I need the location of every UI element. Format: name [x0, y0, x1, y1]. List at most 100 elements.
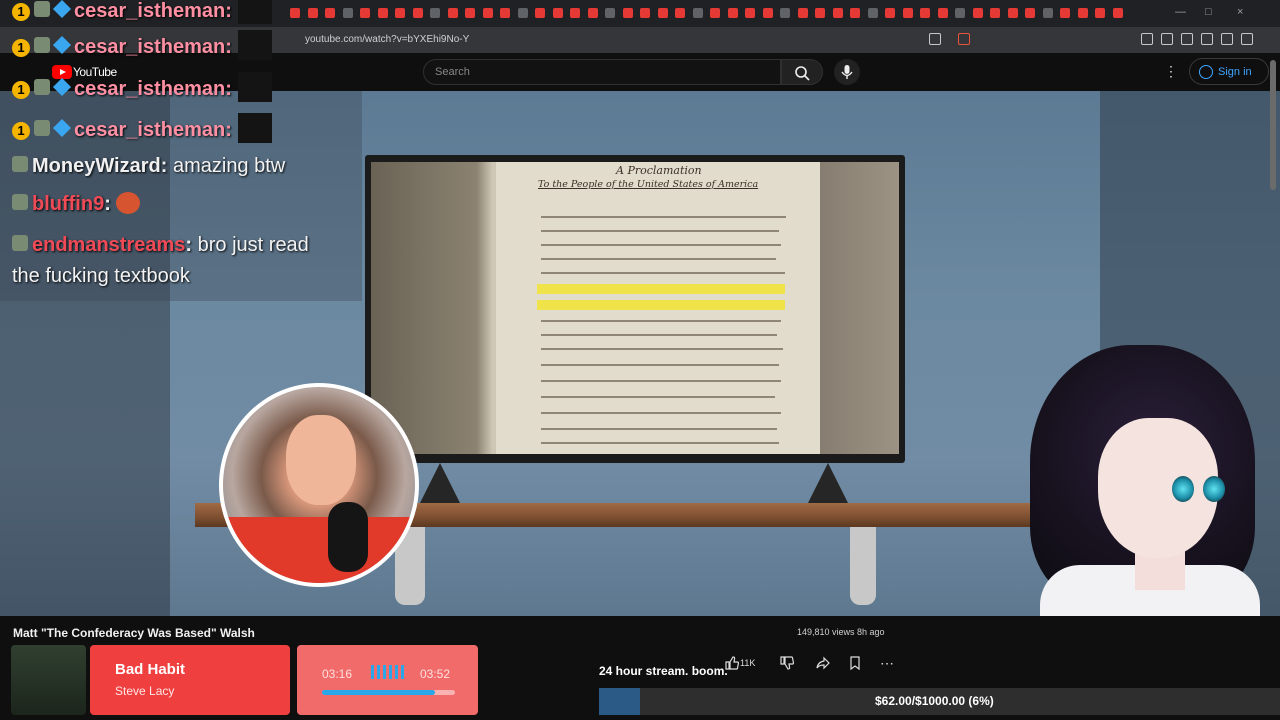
tab-favicon-icon[interactable]: [605, 8, 615, 18]
tab-favicon-icon[interactable]: [972, 8, 983, 18]
tab-favicon-icon[interactable]: [1042, 8, 1053, 18]
chat-message: 1 cesar_istheman:: [12, 30, 272, 60]
tab-search-icon[interactable]: [929, 33, 941, 45]
album-art: [11, 645, 86, 715]
search-button[interactable]: [781, 59, 823, 85]
chat-message: 1 cesar_istheman:: [12, 72, 272, 102]
tab-favicon-icon[interactable]: [1025, 8, 1035, 18]
gift-badge-icon: 1: [12, 3, 30, 21]
cube-badge-icon: [52, 35, 72, 55]
tab-favicon-icon[interactable]: [570, 8, 580, 18]
tab-favicon-icon[interactable]: [990, 8, 1000, 18]
tab-favicon-icon[interactable]: [920, 8, 930, 18]
chat-username: endmanstreams: [32, 234, 186, 256]
microphone-icon: [841, 65, 853, 79]
leo-icon[interactable]: [1221, 33, 1233, 45]
tab-favicon-icon[interactable]: [500, 8, 510, 18]
video-title: Matt "The Confederacy Was Based" Walsh: [13, 626, 255, 640]
close-window-icon[interactable]: ×: [1237, 6, 1243, 18]
more-actions-icon[interactable]: ⋯: [872, 655, 902, 673]
vtuber-eye-right: [1203, 476, 1225, 502]
wallet-icon[interactable]: [1201, 33, 1213, 45]
sidebar-icon[interactable]: [1161, 33, 1173, 45]
tab-favicon-icon[interactable]: [815, 8, 825, 18]
chat-text: amazing btw: [167, 155, 286, 177]
extensions-icon[interactable]: [1141, 33, 1153, 45]
chat-separator: :: [225, 78, 232, 100]
minimize-icon[interactable]: —: [1175, 6, 1186, 18]
dislike-button[interactable]: [771, 655, 801, 673]
chat-separator: :: [225, 0, 232, 22]
brave-shield-icon[interactable]: [958, 33, 970, 45]
now-playing-song: Bad Habit: [115, 661, 186, 678]
emote-icon: [237, 72, 272, 102]
tab-favicon-icon[interactable]: [395, 8, 405, 18]
tab-favicon-icon[interactable]: [1077, 8, 1088, 18]
tab-favicon-icon[interactable]: [762, 8, 773, 18]
tab-favicon-icon[interactable]: [465, 8, 475, 18]
tab-favicon-icon[interactable]: [552, 8, 563, 18]
tab-favicon-icon[interactable]: [1095, 8, 1105, 18]
tab-favicon-icon[interactable]: [1112, 8, 1123, 18]
tab-favicon-icon[interactable]: [430, 8, 440, 18]
tab-favicon-icon[interactable]: [902, 8, 913, 18]
tv-screen: A Proclamation To the People of the Unit…: [371, 162, 899, 454]
tab-favicon-icon[interactable]: [587, 8, 598, 18]
sign-in-button[interactable]: Sign in: [1189, 58, 1269, 85]
gift-badge-icon: 1: [12, 122, 30, 140]
bookmark-icon: [850, 656, 860, 671]
chat-username: cesar_istheman: [74, 36, 226, 58]
now-playing-artist: Steve Lacy: [115, 684, 175, 698]
tab-favicon-icon[interactable]: [955, 8, 965, 18]
vpn-icon[interactable]: [1241, 33, 1253, 45]
maximize-icon[interactable]: □: [1205, 6, 1212, 18]
share-button[interactable]: [808, 655, 838, 673]
tab-favicon-icon[interactable]: [867, 8, 878, 18]
song-progress-fill: [322, 690, 436, 695]
user-badge-icon: [34, 1, 50, 17]
tab-favicon-icon[interactable]: [377, 8, 388, 18]
tab-favicon-icon[interactable]: [412, 8, 423, 18]
more-options-icon[interactable]: ⋮: [1164, 63, 1178, 80]
chat-text: bro just read: [192, 234, 309, 256]
shelf-bracket-right: [850, 527, 876, 605]
tab-favicon-icon[interactable]: [640, 8, 650, 18]
voice-search-button[interactable]: [834, 59, 860, 85]
user-badge-icon: [12, 194, 28, 210]
tab-favicon-icon[interactable]: [1007, 8, 1018, 18]
chat-separator: :: [225, 36, 232, 58]
save-button[interactable]: [840, 655, 870, 673]
page-scrollbar[interactable]: [1270, 60, 1276, 190]
vtuber-face: [1098, 418, 1218, 558]
tab-favicon-icon[interactable]: [780, 8, 790, 18]
webcam-face: [286, 415, 356, 505]
tab-favicon-icon[interactable]: [535, 8, 545, 18]
cube-badge-icon: [52, 0, 72, 19]
user-badge-icon: [34, 37, 50, 53]
gift-badge-icon: 1: [12, 39, 30, 57]
search-input[interactable]: Search: [423, 59, 781, 85]
tab-favicon-icon[interactable]: [517, 8, 528, 18]
tab-favicon-icon[interactable]: [675, 8, 685, 18]
user-badge-icon: [34, 120, 50, 136]
tab-favicon-icon[interactable]: [745, 8, 755, 18]
tab-favicon-icon[interactable]: [797, 8, 808, 18]
tab-favicon-icon[interactable]: [1060, 8, 1070, 18]
account-icon: [1199, 65, 1213, 79]
tab-favicon-icon[interactable]: [692, 8, 703, 18]
vtuber-eye-left: [1172, 476, 1194, 502]
cube-badge-icon: [52, 118, 72, 138]
tab-favicon-icon[interactable]: [850, 8, 860, 18]
tab-favicon-icon[interactable]: [657, 8, 668, 18]
reading-list-icon[interactable]: [1181, 33, 1193, 45]
webcam-circle: [219, 383, 419, 587]
gift-badge-icon: 1: [12, 81, 30, 99]
tab-favicon-icon[interactable]: [885, 8, 895, 18]
tab-favicon-icon[interactable]: [937, 8, 948, 18]
tab-favicon-icon[interactable]: [832, 8, 843, 18]
tab-favicon-icon[interactable]: [710, 8, 720, 18]
tab-favicon-icon[interactable]: [482, 8, 493, 18]
tab-favicon-icon[interactable]: [622, 8, 633, 18]
tab-favicon-icon[interactable]: [727, 8, 738, 18]
tab-favicon-icon[interactable]: [447, 8, 458, 18]
